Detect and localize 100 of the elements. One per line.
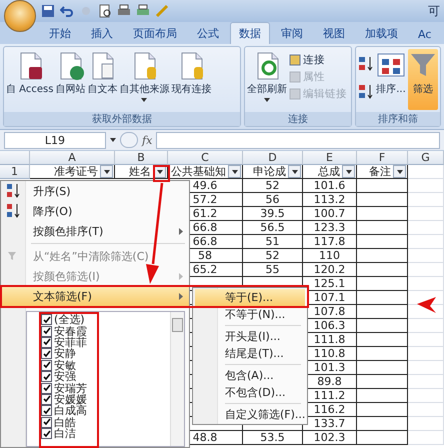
value-option[interactable]: 安媛媛 [41, 394, 170, 406]
undo-icon[interactable] [60, 4, 74, 18]
ribbon-tab[interactable]: Ac [409, 24, 440, 44]
print-preview-icon[interactable] [98, 4, 112, 18]
checkbox[interactable] [41, 326, 52, 337]
header-text: 总成 [318, 165, 340, 178]
submenu-arrow-icon [179, 292, 183, 300]
table-cell [357, 249, 408, 263]
grid-cell [408, 347, 444, 361]
name-box[interactable]: L19 [4, 132, 106, 148]
column-header[interactable]: A [30, 151, 115, 165]
checkbox[interactable] [41, 360, 52, 371]
table-cell [357, 207, 408, 221]
filter-dropdown-button[interactable] [100, 165, 113, 178]
ribbon-tab[interactable]: 公式 [188, 22, 228, 44]
ribbon-tab[interactable]: 插入 [82, 22, 122, 44]
table-cell: 52 [243, 179, 303, 193]
value-option[interactable]: 安春霞 [41, 325, 170, 337]
ribbon-button[interactable]: 排序... [376, 49, 406, 110]
header-text: 备注 [369, 165, 391, 178]
office-orb-button[interactable] [4, 0, 36, 32]
ribbon-button[interactable]: 自文本 [87, 49, 118, 110]
menu-item[interactable]: 等于(E)... [195, 289, 305, 306]
column-header[interactable]: C [168, 151, 243, 165]
sort-descending-icon[interactable] [358, 83, 374, 101]
checkbox[interactable] [41, 371, 52, 382]
ribbon-tab[interactable]: 数据 [230, 22, 270, 44]
grid-cell [408, 207, 444, 221]
ribbon-tab[interactable]: 开始 [40, 22, 80, 44]
ribbon-button[interactable]: 全部刷新 [247, 49, 287, 110]
printer-icon[interactable] [136, 4, 150, 18]
menu-item[interactable]: 不等于(N)... [195, 306, 305, 323]
row-header[interactable]: 1 [0, 165, 30, 179]
value-option[interactable]: 白洁 [41, 428, 170, 440]
ribbon-tab[interactable]: 审阅 [272, 22, 312, 44]
column-header[interactable]: F [357, 151, 408, 165]
checkbox[interactable] [41, 336, 52, 348]
ribbon-tab[interactable]: 视图 [314, 22, 354, 44]
value-option[interactable]: 安瑞芳 [41, 382, 170, 394]
value-option[interactable]: (全选) [41, 314, 170, 326]
scrollbar[interactable] [170, 312, 184, 446]
value-option[interactable]: 安菲菲 [41, 336, 170, 348]
caret-icon [292, 170, 298, 174]
menu-item[interactable]: 文本筛选(F) [1, 286, 189, 306]
ribbon-button[interactable]: 现有连接 [171, 49, 212, 110]
grid-cell [408, 193, 444, 207]
ribbon-button[interactable]: 自网站 [55, 49, 86, 110]
filter-dropdown-button[interactable] [393, 165, 406, 178]
column-header[interactable]: E [303, 151, 357, 165]
table-cell [357, 235, 408, 249]
checkbox[interactable] [41, 348, 52, 360]
formula-input[interactable] [156, 132, 440, 148]
checkbox[interactable] [41, 394, 52, 405]
value-option[interactable]: 安静 [41, 348, 170, 360]
filter-dropdown-button[interactable] [288, 165, 301, 178]
checkbox[interactable] [41, 382, 52, 394]
filter-dropdown-button[interactable] [342, 165, 355, 178]
header-text: 公共基础知 [171, 165, 226, 178]
value-option[interactable]: 安强 [41, 370, 170, 382]
grid-cell [408, 319, 444, 333]
table-cell [357, 319, 408, 333]
grid-cell [408, 249, 444, 263]
header-text: 申论成 [253, 165, 286, 178]
value-option[interactable]: 白成高 [41, 405, 170, 417]
column-header[interactable]: G [408, 151, 444, 165]
connection-icon [289, 88, 301, 100]
menu-item[interactable]: 包含(A)... [195, 367, 305, 384]
checkbox[interactable] [41, 405, 52, 416]
table-cell [357, 375, 408, 389]
sort-ascending-icon[interactable] [358, 55, 374, 73]
menu-item[interactable]: 结尾是(T)... [195, 345, 305, 362]
grid-cell [408, 235, 444, 249]
ribbon-tab[interactable]: 加载项 [356, 22, 407, 44]
ribbon-small-button[interactable]: 连接 [289, 53, 347, 67]
ribbon-tab[interactable]: 页面布局 [124, 22, 186, 44]
filter-button[interactable]: 筛选 [408, 49, 438, 110]
checkbox[interactable] [41, 428, 52, 440]
table-cell: 39.5 [243, 207, 303, 221]
column-header[interactable]: D [243, 151, 303, 165]
insert-function-button[interactable]: fx [142, 134, 152, 146]
ribbon-button[interactable]: 自 Access [6, 49, 54, 110]
table-cell [357, 389, 408, 403]
group-label: 获取外部数据 [4, 112, 240, 126]
printer-icon[interactable] [117, 4, 131, 18]
value-option[interactable]: 白皓 [41, 416, 170, 428]
grid-cell [408, 361, 444, 375]
checkbox[interactable] [41, 416, 52, 428]
table-cell: 110 [303, 249, 357, 263]
save-icon[interactable] [41, 4, 55, 18]
checkbox[interactable] [41, 314, 52, 326]
menu-item[interactable]: 不包含(D)... [195, 384, 305, 401]
filter-dropdown-button[interactable] [228, 165, 241, 178]
ribbon-button[interactable]: 自其他来源 [119, 49, 170, 110]
column-header[interactable]: B [115, 151, 168, 165]
grid-cell [408, 221, 444, 235]
value-option[interactable]: 安敏 [41, 360, 170, 371]
menu-item[interactable]: 开头是(I)... [195, 328, 305, 345]
caret-icon [104, 170, 110, 174]
clear-filter-icon [7, 250, 19, 262]
menu-item[interactable]: 自定义筛选(F)... [195, 406, 305, 423]
